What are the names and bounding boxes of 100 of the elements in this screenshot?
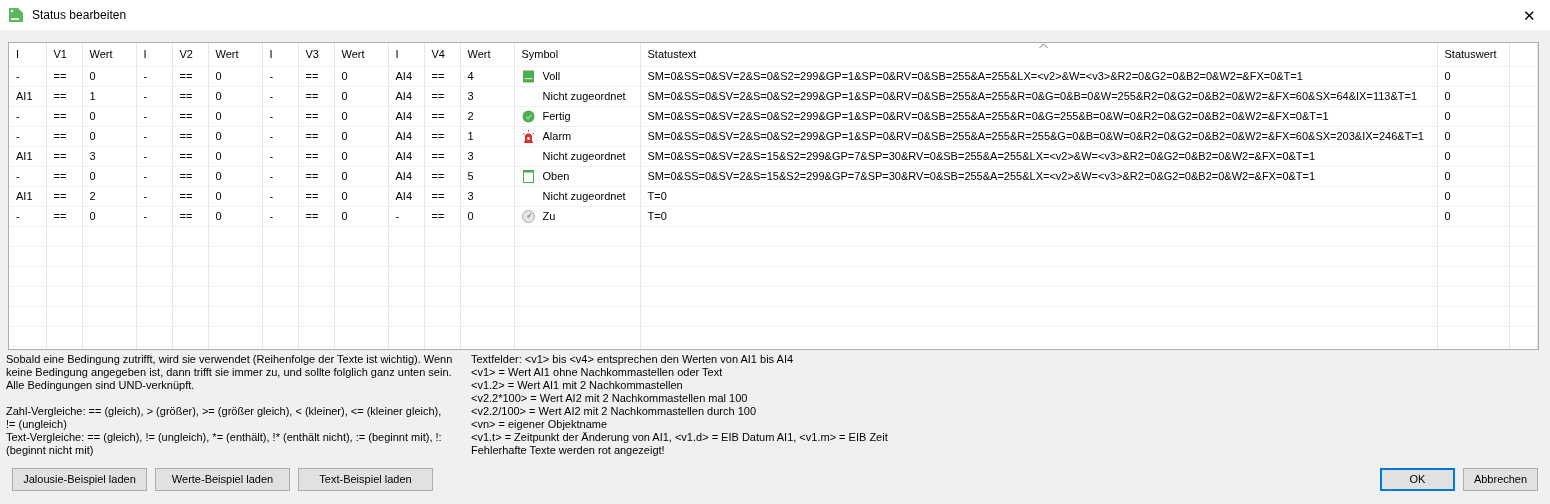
table-cell: 1 [460,126,514,146]
table-cell: - [136,106,172,126]
table-cell: == [298,126,334,146]
table-cell: AI4 [388,146,424,166]
help-text: <v2.2*100> = Wert AI2 mit 2 Nachkommastellen mal 100 [471,392,749,405]
help-text: <v2.2/100> = Wert AI2 mit 2 Nachkommastellen durch 100 [471,405,758,418]
table-cell: 0 [208,186,262,206]
close-button[interactable]: ✕ [1517,7,1542,23]
table-cell: == [298,166,334,186]
help-text: Sobald eine Bedingung zutrifft, wird sie verwendet (Reihenfolge der Texte ist wichtig). Wenn keine Bedingung angegeben ist, dann trifft sie immer zu, und sollte folglich ganz unten sein. Alle Bedingungen sind UND-verknüpft. [6,353,454,392]
column-header[interactable]: V3 [298,43,334,66]
table-cell: == [298,146,334,166]
column-header[interactable]: Wert [208,43,262,66]
table-cell: == [172,146,208,166]
help-text: <vn> = eigener Objektname [471,418,609,431]
load-example-button[interactable]: Text-Beispiel laden [298,468,433,491]
table-cell-text: Oben [542,168,570,184]
column-header[interactable]: Symbol [514,43,640,66]
column-header[interactable]: Wert [460,43,514,66]
table-cell: 0 [208,206,262,226]
table-cell: - [262,106,298,126]
table-cell: - [136,66,172,86]
table-cell: == [172,86,208,106]
table-cell: AI1 [9,186,46,206]
table-cell: == [172,186,208,206]
table-cell: - [262,86,298,106]
table-cell: T=0 [640,186,1437,206]
app-icon [8,7,24,23]
column-header[interactable]: I [388,43,424,66]
table-cell: 0 [208,166,262,186]
column-header[interactable]: V4 [424,43,460,66]
column-header[interactable]: Wert [82,43,136,66]
table-cell: SM=0&SS=0&SV=2&S=0&S2=299&GP=1&SP=0&RV=0&SB=255&A=255&LX=<v2>&W=<v3>&R2=0&G2=0&B2=0&W2=&FX=0&T=1 [640,66,1437,86]
table-cell: AI4 [388,166,424,186]
table-cell-text: Voll [542,68,561,84]
column-header[interactable]: Statuswert [1437,43,1509,66]
table-cell-text: Nicht zugeordnet [542,148,626,164]
table-cell: 0 [1437,146,1509,166]
table-cell: 0 [334,206,388,226]
table-cell: == [424,126,460,146]
table-cell: == [424,106,460,126]
table-cell: - [136,126,172,146]
table-cell: 0 [208,146,262,166]
help-text: Textfelder: <v1> bis <v4> entsprechen den Werten von AI1 bis AI4 [471,353,795,366]
load-example-button[interactable]: Jalousie-Beispiel laden [12,468,147,491]
table-cell: - [136,206,172,226]
siren-icon [521,129,535,143]
column-header[interactable]: I [136,43,172,66]
table-cell: 3 [460,86,514,106]
table-cell: 1 [82,86,136,106]
table-cell: - [9,166,46,186]
column-header[interactable]: V2 [172,43,208,66]
table-cell: 0 [208,126,262,146]
table-cell: T=0 [640,206,1437,226]
table-cell: 5 [460,166,514,186]
table-cell: 0 [334,186,388,206]
table-cell: - [262,126,298,146]
table-cell: 3 [460,146,514,166]
table-cell: 2 [460,106,514,126]
table-cell: == [46,206,82,226]
table-cell: - [9,66,46,86]
table-cell: == [172,106,208,126]
table-cell: 0 [1437,166,1509,186]
column-header[interactable]: I [262,43,298,66]
dialog-button[interactable]: Abbrechen [1463,468,1538,491]
table-cell: 0 [82,206,136,226]
table-cell: SM=0&SS=0&SV=2&S=0&S2=299&GP=1&SP=0&RV=0&SB=255&A=255&R=255&G=0&B=0&W=0&R2=0&G2=0&B2=0&W2=&FX=60&SX=203&IX=246&T=1 [640,126,1437,146]
window-title: Status bearbeiten [32,7,127,24]
table-cell: == [46,146,82,166]
check-icon [521,109,535,123]
table-cell: 0 [1437,206,1509,226]
table-cell: AI4 [388,66,424,86]
table-cell: == [46,106,82,126]
table-cell: - [136,186,172,206]
dialog-button[interactable]: OK [1380,468,1455,491]
table-cell: == [46,186,82,206]
table-cell: - [9,126,46,146]
table-cell: 0 [1437,186,1509,206]
table-cell: == [424,166,460,186]
table-cell: - [262,66,298,86]
table-cell: 0 [208,106,262,126]
table-cell-text: Nicht zugeordnet [542,188,626,204]
column-header[interactable]: I [9,43,46,66]
table-cell: 0 [82,166,136,186]
table-cell: == [46,86,82,106]
window-icon [521,169,535,183]
table-cell: - [9,106,46,126]
table-cell: 0 [1437,86,1509,106]
column-header[interactable]: Statustext [640,43,1437,66]
column-header[interactable]: Wert [334,43,388,66]
table-cell: == [298,66,334,86]
panel-icon [521,69,535,83]
table-cell: 0 [334,106,388,126]
load-example-button[interactable]: Werte-Beispiel laden [155,468,290,491]
table-cell: == [424,66,460,86]
column-header[interactable]: V1 [46,43,82,66]
table-cell: 0 [460,206,514,226]
table-cell-text: Nicht zugeordnet [542,88,626,104]
table-cell: SM=0&SS=0&SV=2&S=0&S2=299&GP=1&SP=0&RV=0&SB=255&A=255&R=0&G=0&B=0&W=255&R2=0&G2=0&B2=0&W2=&FX=60&SX=64&IX=113&T=1 [640,86,1437,106]
dial-icon [521,209,535,223]
